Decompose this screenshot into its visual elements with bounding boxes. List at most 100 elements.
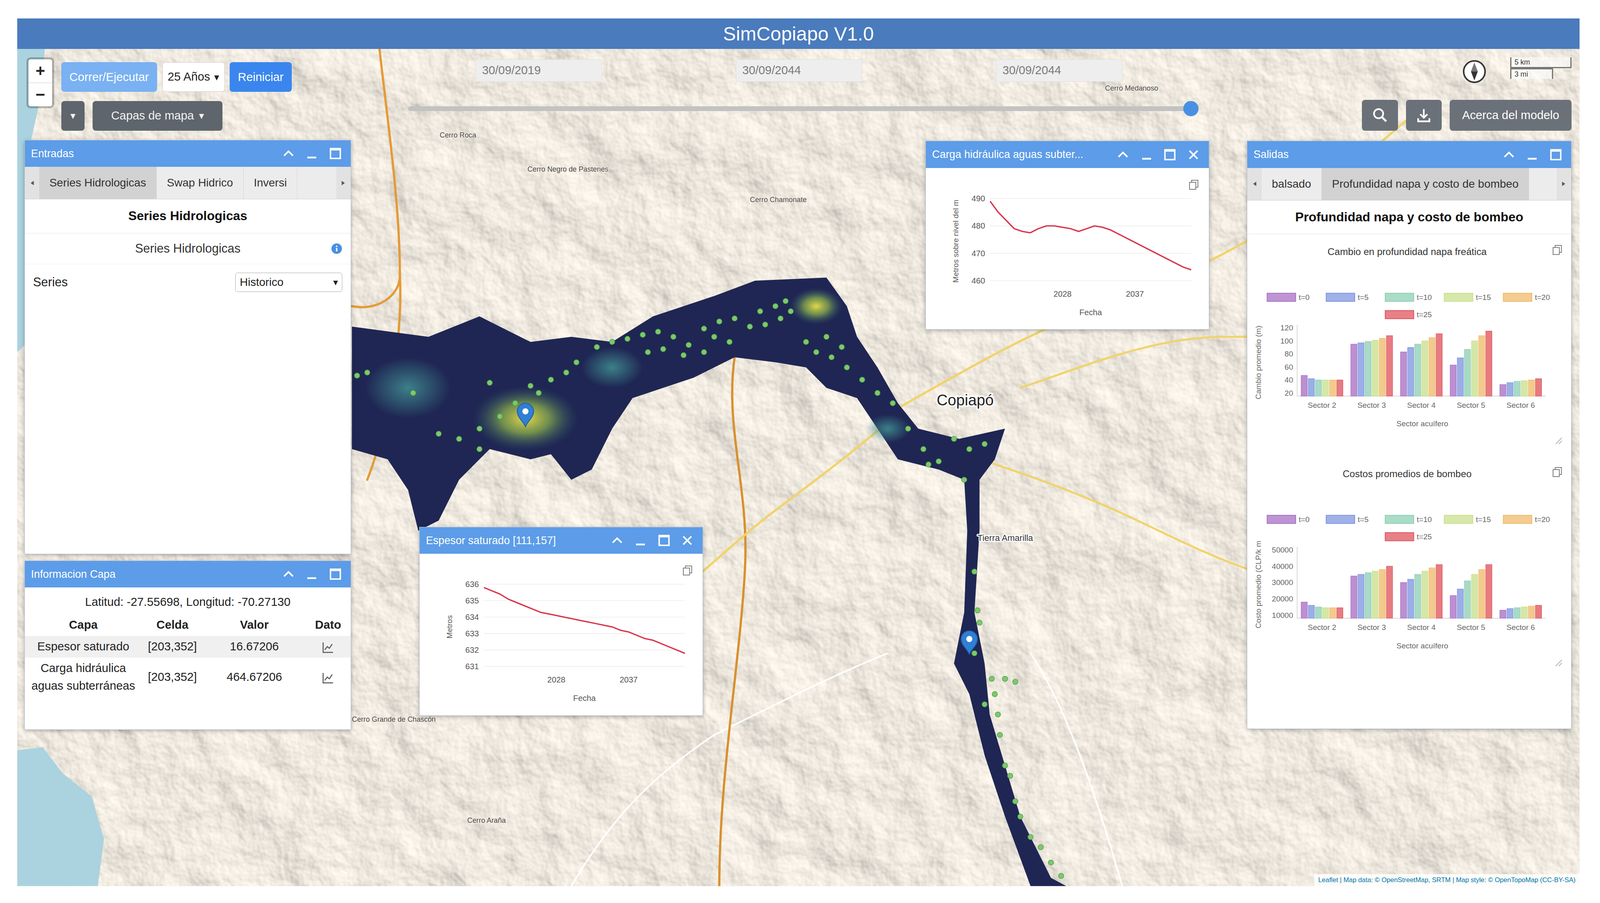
bar[interactable] (1350, 344, 1357, 397)
bar[interactable] (1322, 379, 1329, 396)
well-dot[interactable] (757, 308, 763, 314)
panel-header[interactable]: Entradas (24, 140, 351, 167)
tab[interactable]: Swap Hidrico (156, 166, 244, 199)
well-dot[interactable] (803, 339, 809, 345)
bar[interactable] (1478, 335, 1485, 396)
compass-icon[interactable] (1462, 59, 1487, 84)
well-dot[interactable] (1012, 678, 1019, 685)
legend-swatch[interactable] (1444, 515, 1473, 524)
bar[interactable] (1450, 595, 1457, 618)
bar[interactable] (1414, 344, 1421, 397)
legend-swatch[interactable] (1267, 515, 1296, 524)
well-dot[interactable] (701, 325, 707, 332)
well-dot[interactable] (828, 354, 835, 360)
well-dot[interactable] (563, 369, 569, 376)
well-dot[interactable] (410, 390, 417, 396)
bar[interactable] (1464, 580, 1471, 619)
bar[interactable] (1414, 574, 1421, 619)
collapse-icon[interactable] (1115, 147, 1131, 162)
table-row[interactable]: Carga hidráulica aguas subterráneas[203,… (24, 657, 351, 697)
well-dot[interactable] (813, 349, 819, 355)
bar[interactable] (1407, 579, 1414, 619)
line-chart-icon[interactable] (321, 640, 335, 654)
bar[interactable] (1336, 607, 1343, 619)
bar[interactable] (1535, 605, 1542, 619)
well-dot[interactable] (655, 329, 661, 335)
legend-swatch[interactable] (1503, 293, 1532, 302)
bar[interactable] (1308, 605, 1315, 619)
bar[interactable] (1429, 337, 1436, 396)
tab-scroll-left[interactable] (24, 166, 40, 199)
well-dot[interactable] (874, 390, 881, 396)
bar[interactable] (1499, 384, 1506, 396)
resize-handle-icon[interactable] (1555, 659, 1562, 666)
bar[interactable] (1400, 351, 1407, 396)
well-dot[interactable] (716, 318, 722, 324)
tab-scroll-left[interactable] (1247, 167, 1262, 200)
table-row[interactable]: Espesor saturado[203,352]16.67206 (24, 635, 351, 658)
bar[interactable] (1357, 574, 1364, 619)
copy-icon[interactable] (1189, 179, 1198, 190)
bar[interactable] (1386, 335, 1393, 396)
panel-header[interactable]: Salidas (1247, 141, 1572, 168)
copy-icon[interactable] (1553, 245, 1562, 255)
maximize-icon[interactable] (328, 146, 343, 161)
well-dot[interactable] (573, 359, 580, 365)
line-chart-icon[interactable] (321, 670, 335, 685)
bar[interactable] (1485, 331, 1492, 396)
menu-button[interactable]: ▾ (61, 101, 85, 131)
date-field[interactable]: 30/09/2019 (475, 59, 603, 82)
well-dot[interactable] (961, 476, 967, 483)
copy-icon[interactable] (683, 565, 692, 575)
well-dot[interactable] (921, 446, 927, 452)
well-dot[interactable] (925, 461, 932, 467)
bar[interactable] (1471, 340, 1478, 396)
well-dot[interactable] (772, 303, 778, 309)
minimize-icon[interactable] (1139, 147, 1154, 162)
well-dot[interactable] (1002, 675, 1008, 681)
well-dot[interactable] (966, 446, 972, 452)
tab[interactable]: Series Hidrologicas (39, 166, 157, 199)
zoom-in-button[interactable]: + (28, 59, 53, 83)
well-dot[interactable] (476, 446, 483, 452)
tab[interactable]: balsado (1261, 167, 1322, 200)
close-icon[interactable] (1186, 147, 1201, 162)
collapse-icon[interactable] (610, 533, 625, 548)
search-button[interactable] (1361, 99, 1398, 131)
well-dot[interactable] (701, 349, 707, 355)
bar[interactable] (1365, 341, 1372, 396)
well-dot[interactable] (839, 344, 845, 350)
well-dot[interactable] (971, 568, 978, 574)
well-dot[interactable] (747, 323, 753, 330)
bar[interactable] (1386, 565, 1393, 619)
well-dot[interactable] (995, 711, 1001, 718)
reset-button[interactable]: Reiniciar (229, 62, 292, 92)
download-button[interactable] (1406, 99, 1442, 131)
well-dot[interactable] (997, 731, 1003, 738)
bar[interactable] (1521, 380, 1528, 397)
well-dot[interactable] (1012, 798, 1019, 804)
legend-swatch[interactable] (1326, 515, 1355, 524)
legend-swatch[interactable] (1444, 293, 1473, 302)
close-icon[interactable] (680, 533, 695, 548)
bar[interactable] (1507, 608, 1514, 619)
bar[interactable] (1535, 378, 1542, 396)
info-icon[interactable] (331, 242, 343, 255)
panel-header[interactable]: Carga hidráulica aguas subter... (925, 141, 1209, 168)
well-dot[interactable] (686, 342, 692, 348)
well-dot[interactable] (436, 430, 442, 437)
collapse-icon[interactable] (1501, 147, 1517, 162)
bar[interactable] (1528, 606, 1535, 619)
well-dot[interactable] (905, 426, 911, 432)
well-dot[interactable] (981, 441, 988, 447)
bar[interactable] (1450, 365, 1457, 397)
bar[interactable] (1457, 588, 1464, 619)
bar[interactable] (1436, 333, 1443, 397)
legend-swatch[interactable] (1267, 293, 1296, 302)
bar[interactable] (1329, 379, 1336, 396)
well-dot[interactable] (844, 364, 850, 370)
well-dot[interactable] (670, 334, 677, 340)
horizon-select[interactable]: 25 Años▾ (162, 62, 225, 92)
maximize-icon[interactable] (656, 533, 672, 548)
well-dot[interactable] (354, 372, 360, 378)
